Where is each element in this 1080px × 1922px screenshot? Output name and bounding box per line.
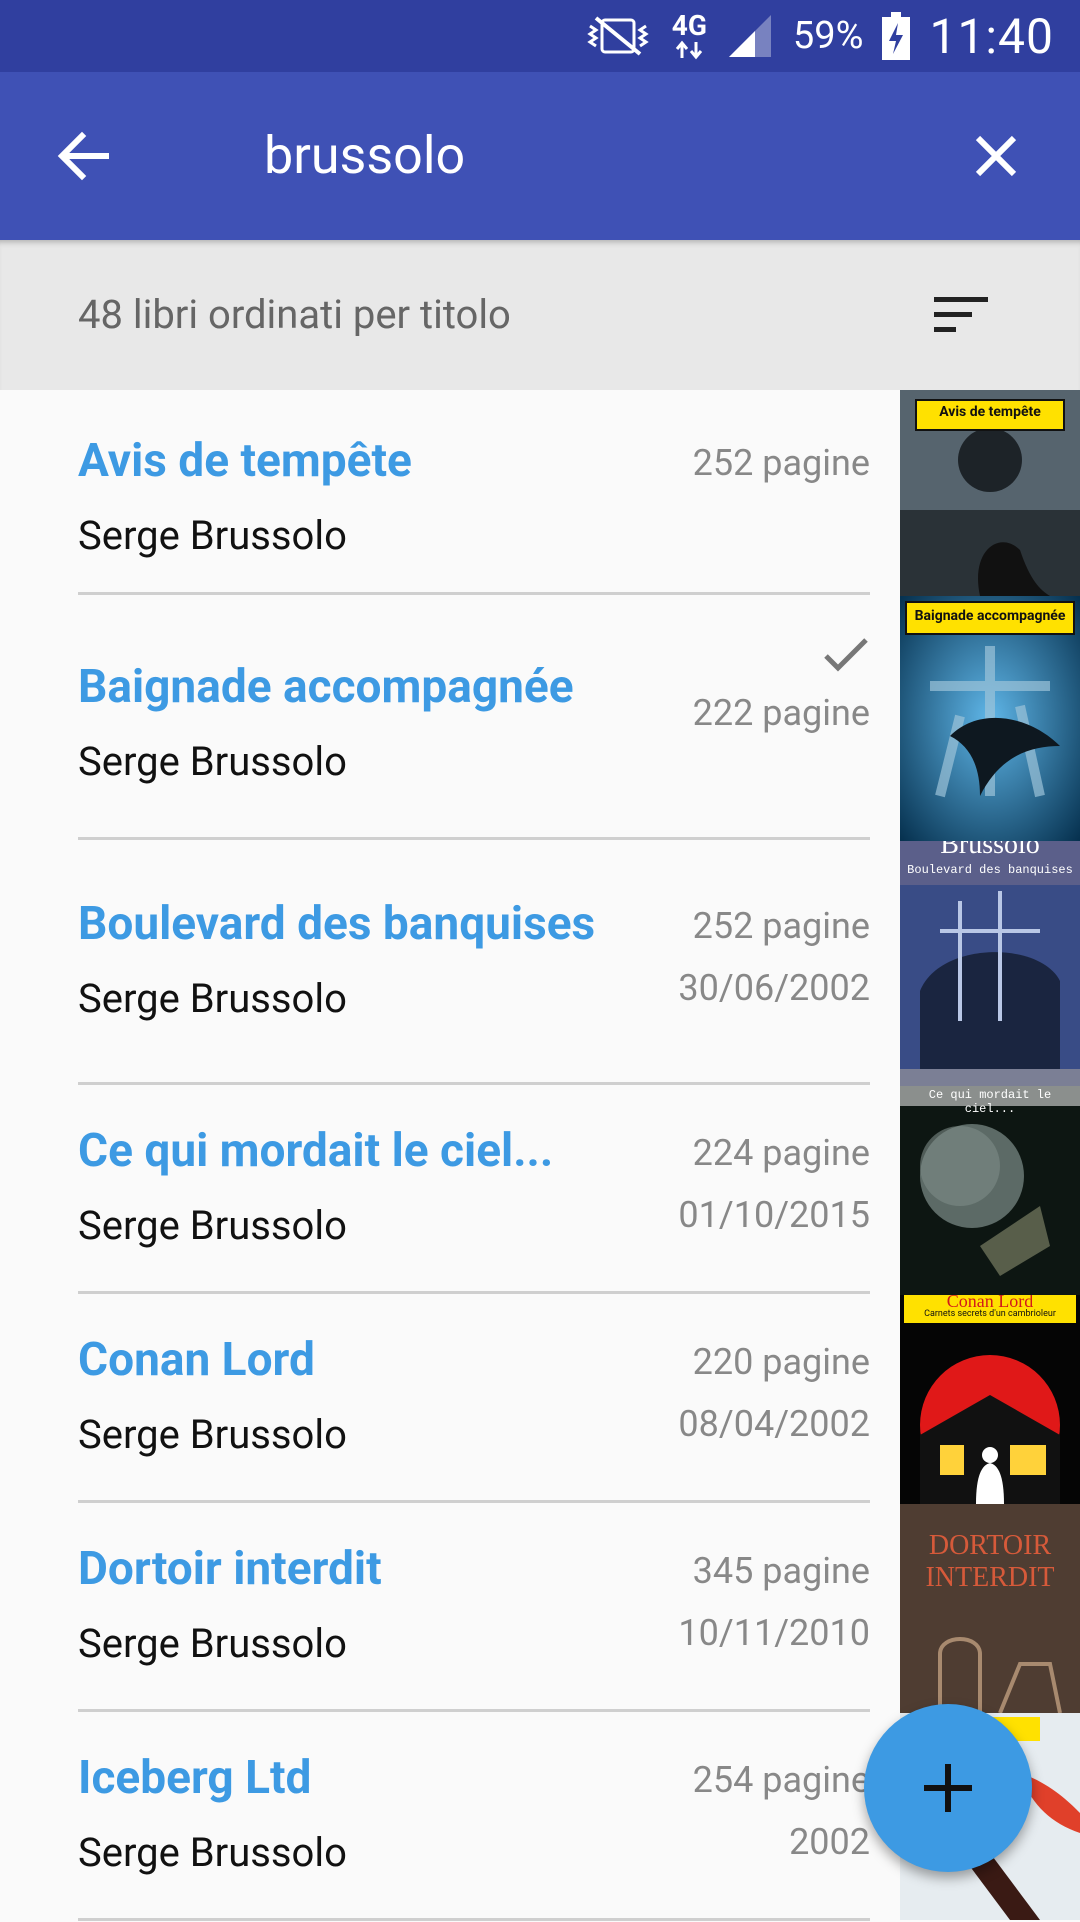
back-button[interactable] [52,124,116,188]
book-pages: 220 pagine [692,1341,870,1383]
book-date: 08/04/2002 [678,1403,870,1445]
results-subheader: 48 libri ordinati per titolo [0,240,1080,390]
cover-banner-text: Boulevard des banquises [907,863,1073,877]
book-pages: 345 pagine [692,1550,870,1592]
network-label: 4G [671,9,707,42]
add-book-button[interactable] [864,1704,1032,1872]
app-bar: brussolo [0,72,1080,240]
divider [78,1709,870,1712]
book-title: Baignade accompagnée [78,660,574,714]
clock: 11:40 [929,7,1054,65]
book-cover[interactable]: Avis de tempête [900,390,1080,596]
divider [78,1291,870,1294]
cover-banner-text: Avis de tempête [939,404,1041,420]
book-title: Avis de tempête [78,434,412,488]
book-cover[interactable]: Brussolo Boulevard des banquises [900,841,1080,1086]
divider [78,592,870,595]
book-title: Dortoir interdit [78,1542,382,1596]
book-cover[interactable]: Conan Lord Carnets secrets d'un cambriol… [900,1295,1080,1504]
book-pages: 222 pagine [692,692,870,734]
status-icons: 4G 59% 11:40 [582,0,1054,72]
book-title: Iceberg Ltd [78,1751,312,1805]
book-author: Serge Brussolo [78,1202,347,1249]
vibrate-off-icon [582,12,654,60]
book-title: Conan Lord [78,1333,315,1387]
cover-banner-text: Carnets secrets d'un cambrioleur [924,1309,1056,1319]
plus-icon [924,1764,972,1812]
book-item[interactable]: Iceberg Ltd Serge Brussolo 254 pagine 20… [0,1713,900,1922]
arrow-back-icon [57,131,109,181]
cover-banner-text: INTERDIT [925,1562,1055,1593]
cover-banner-text: Baignade accompagnée [914,608,1066,624]
divider [78,837,870,840]
book-date: 01/10/2015 [678,1194,870,1236]
book-item[interactable]: Avis de tempête Serge Brussolo 252 pagin… [0,390,900,596]
book-pages: 254 pagine [692,1759,870,1801]
battery-percent: 59% [792,14,864,58]
book-title: Ce qui mordait le ciel... [78,1124,554,1178]
book-cover[interactable]: Baignade accompagnée [900,596,1080,841]
book-author: Serge Brussolo [78,1411,347,1458]
sort-icon [934,297,988,332]
book-item[interactable]: Ce qui mordait le ciel... Serge Brussolo… [0,1086,900,1295]
book-date: 30/06/2002 [678,967,870,1009]
book-title: Boulevard des banquises [78,897,596,951]
cover-header-text: Brussolo [940,841,1040,860]
battery-charging-icon [881,11,911,61]
book-pages: 252 pagine [692,442,870,484]
book-cover[interactable]: Ce qui mordait le ciel... [900,1086,1080,1295]
book-date: 10/11/2010 [678,1612,870,1654]
book-author: Serge Brussolo [78,1620,347,1667]
book-item[interactable]: Dortoir interdit Serge Brussolo 345 pagi… [0,1504,900,1713]
divider [78,1500,870,1503]
book-item[interactable]: Baignade accompagnée Serge Brussolo 222 … [0,596,900,841]
book-pages: 224 pagine [692,1132,870,1174]
sort-button[interactable] [930,287,994,343]
book-pages: 252 pagine [692,905,870,947]
results-summary: 48 libri ordinati per titolo [78,291,511,338]
network-arrows-icon: 4G [672,12,707,60]
book-item[interactable]: Boulevard des banquises Serge Brussolo 2… [0,841,900,1086]
book-author: Serge Brussolo [78,738,347,785]
book-date: 2002 [789,1821,870,1863]
cover-header-text: DORTOIR [928,1530,1052,1561]
close-icon [975,135,1017,177]
clear-search-button[interactable] [964,124,1028,188]
signal-icon [725,11,775,61]
book-cover[interactable]: DORTOIR INTERDIT [900,1504,1080,1713]
cover-banner-text: Ce qui mordait le ciel... [928,1088,1052,1116]
read-check-icon [822,634,870,678]
cover-strip: Avis de tempête Baignade accompagnée Bru… [900,390,1080,1920]
book-author: Serge Brussolo [78,1829,347,1876]
divider [78,1082,870,1085]
book-author: Serge Brussolo [78,975,347,1022]
book-author: Serge Brussolo [78,512,347,559]
status-bar: 4G 59% 11:40 [0,0,1080,72]
search-input[interactable]: brussolo [264,124,465,188]
book-item[interactable]: Conan Lord Serge Brussolo 220 pagine 08/… [0,1295,900,1504]
